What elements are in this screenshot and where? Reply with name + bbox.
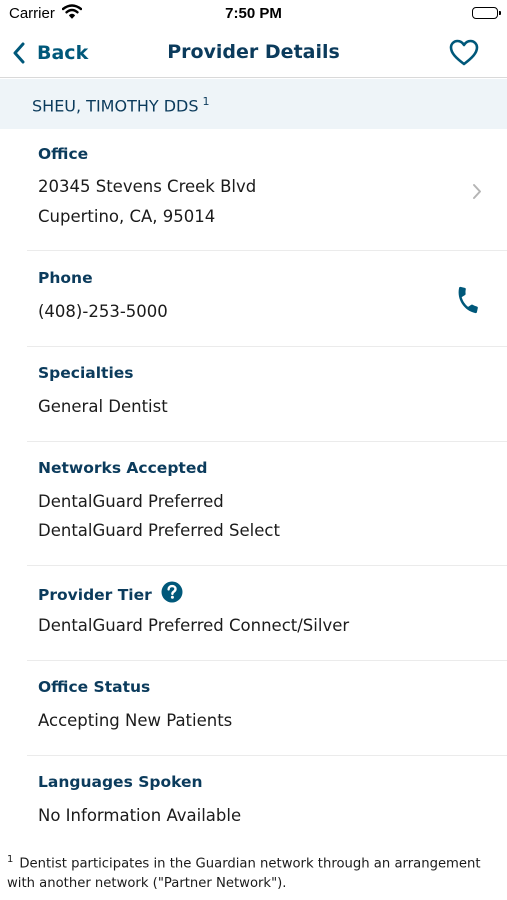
provider-header: SHEU, TIMOTHY DDS 1 <box>0 79 507 129</box>
footnote-ref: 1 <box>202 95 210 108</box>
network-item-2: DentalGuard Preferred Select <box>38 521 280 540</box>
languages-value: No Information Available <box>38 806 242 825</box>
footnote-text-1: Dentist participates in the Guardian net… <box>19 856 481 872</box>
phone-icon[interactable] <box>453 285 483 319</box>
provider-name-text: SHEU, TIMOTHY DDS <box>32 96 199 116</box>
languages-label: Languages Spoken <box>38 773 203 791</box>
networks-section: Networks Accepted DentalGuard Preferred … <box>27 442 507 566</box>
office-label: Office <box>38 145 89 163</box>
footnote-line1: 1 Dentist participates in the Guardian ne… <box>7 850 503 874</box>
footnote-text-2: with another network ("Partner Network")… <box>7 876 287 892</box>
office-section[interactable]: Office 20345 Stevens Creek Blvd Cupertin… <box>27 129 507 251</box>
phone-label: Phone <box>38 269 93 287</box>
specialties-label: Specialties <box>38 364 134 382</box>
favorite-heart-icon[interactable] <box>449 39 479 70</box>
phone-section: Phone (408)-253-5000 <box>27 251 507 347</box>
languages-section: Languages Spoken No Information Availabl… <box>27 756 507 844</box>
office-address-line1: 20345 Stevens Creek Blvd <box>38 177 257 196</box>
office-status-label: Office Status <box>38 678 151 696</box>
provider-name: SHEU, TIMOTHY DDS 1 <box>32 95 210 115</box>
footnote-marker: 1 <box>7 854 14 865</box>
specialties-value: General Dentist <box>38 397 168 416</box>
status-bar: Carrier 7:50 PM <box>0 0 507 28</box>
office-status-value: Accepting New Patients <box>38 711 233 730</box>
navigation-bar: Back Provider Details <box>0 28 507 78</box>
office-address-line2: Cupertino, CA, 95014 <box>38 207 216 226</box>
network-item-1: DentalGuard Preferred <box>38 492 224 511</box>
battery-icon <box>472 7 501 19</box>
provider-tier-label-row: Provider Tier <box>38 581 183 607</box>
specialties-section: Specialties General Dentist <box>27 347 507 442</box>
phone-number: (408)-253-5000 <box>38 302 168 321</box>
help-icon[interactable] <box>161 581 183 607</box>
chevron-right-icon[interactable] <box>472 183 482 204</box>
office-status-section: Office Status Accepting New Patients <box>27 661 507 756</box>
provider-tier-label: Provider Tier <box>38 586 152 604</box>
footnote: 1 Dentist participates in the Guardian ne… <box>7 850 503 894</box>
provider-tier-section: Provider Tier DentalGuard Preferred Conn… <box>27 566 507 661</box>
provider-tier-value: DentalGuard Preferred Connect/Silver <box>38 616 350 635</box>
networks-label: Networks Accepted <box>38 459 208 477</box>
page-title: Provider Details <box>167 41 340 63</box>
status-time: 7:50 PM <box>225 5 282 22</box>
